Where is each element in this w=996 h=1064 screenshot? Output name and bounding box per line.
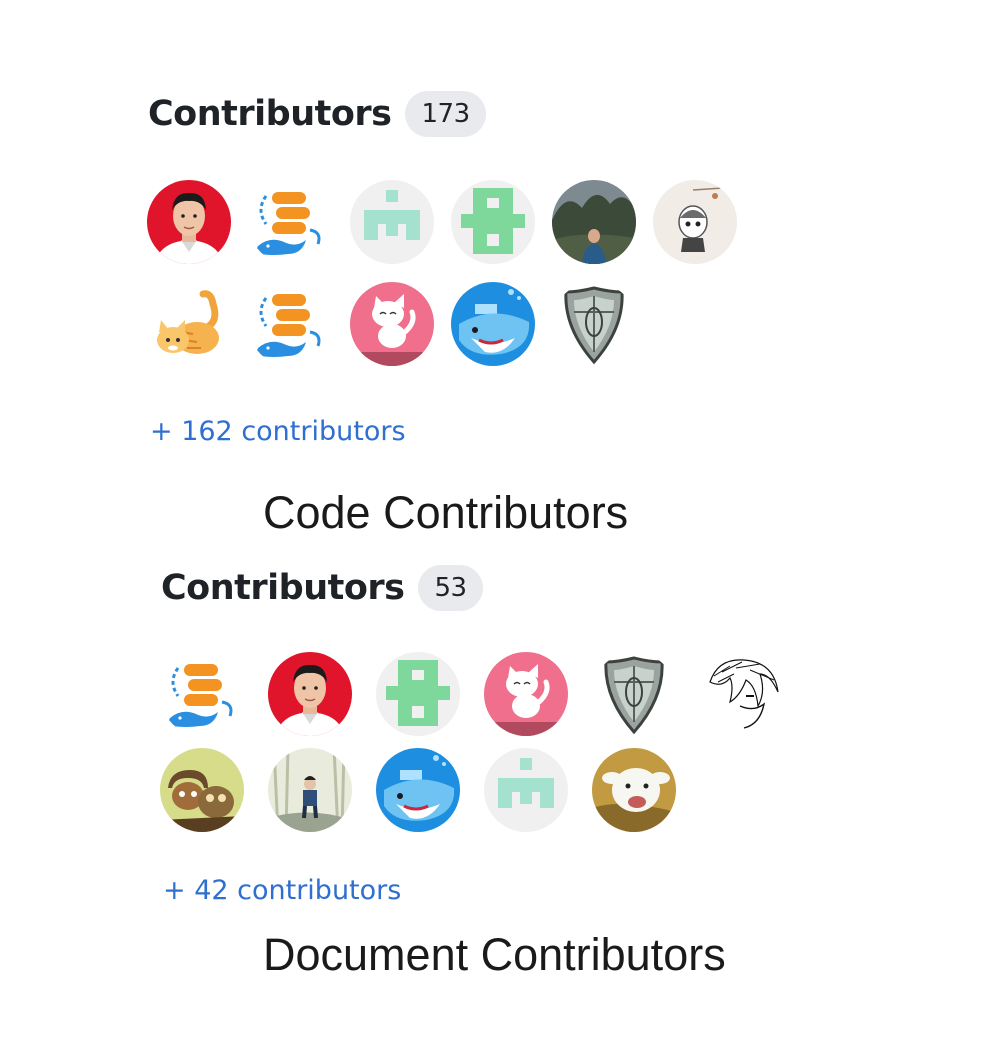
avatar-pink-cat[interactable] [484,652,568,736]
code-contributors-heading: Contributors 173 [148,91,486,137]
avatar-blue-whale[interactable] [376,748,460,832]
avatar-blue-whale[interactable] [451,282,535,366]
more-contributors-link[interactable]: + 42 contributors [163,875,401,906]
avatar-anime-figure[interactable] [653,180,737,264]
heading-label[interactable]: Contributors [148,94,392,134]
avatar-forest-person[interactable] [268,748,352,832]
avatar-manga-sketch[interactable] [700,652,784,736]
avatar-green-identicon[interactable] [451,180,535,264]
avatar-person-red-bg[interactable] [147,180,231,264]
avatar-mint-identicon[interactable] [484,748,568,832]
avatar-landscape-photo[interactable] [552,180,636,264]
heading-label[interactable]: Contributors [161,568,405,608]
avatar-database-whale-logo[interactable] [248,180,332,264]
avatar-green-identicon[interactable] [376,652,460,736]
avatar-mint-identicon[interactable] [350,180,434,264]
avatar-goat-photo[interactable] [592,748,676,832]
avatar-orange-cat[interactable] [147,282,231,366]
avatar-pink-cat[interactable] [350,282,434,366]
avatar-cartoon-animals[interactable] [160,748,244,832]
code-contributors-caption: Code Contributors [263,487,629,538]
document-contributors-heading: Contributors 53 [161,565,483,611]
avatar-shield[interactable] [592,652,676,736]
count-badge: 53 [418,565,483,611]
count-badge: 173 [405,91,486,137]
avatar-shield[interactable] [552,282,636,366]
avatar-database-whale-logo-2[interactable] [248,282,332,366]
more-contributors-link[interactable]: + 162 contributors [150,416,406,447]
avatar-person-red-bg[interactable] [268,652,352,736]
avatar-database-whale-logo[interactable] [160,652,244,736]
document-contributors-caption: Document Contributors [263,929,726,980]
